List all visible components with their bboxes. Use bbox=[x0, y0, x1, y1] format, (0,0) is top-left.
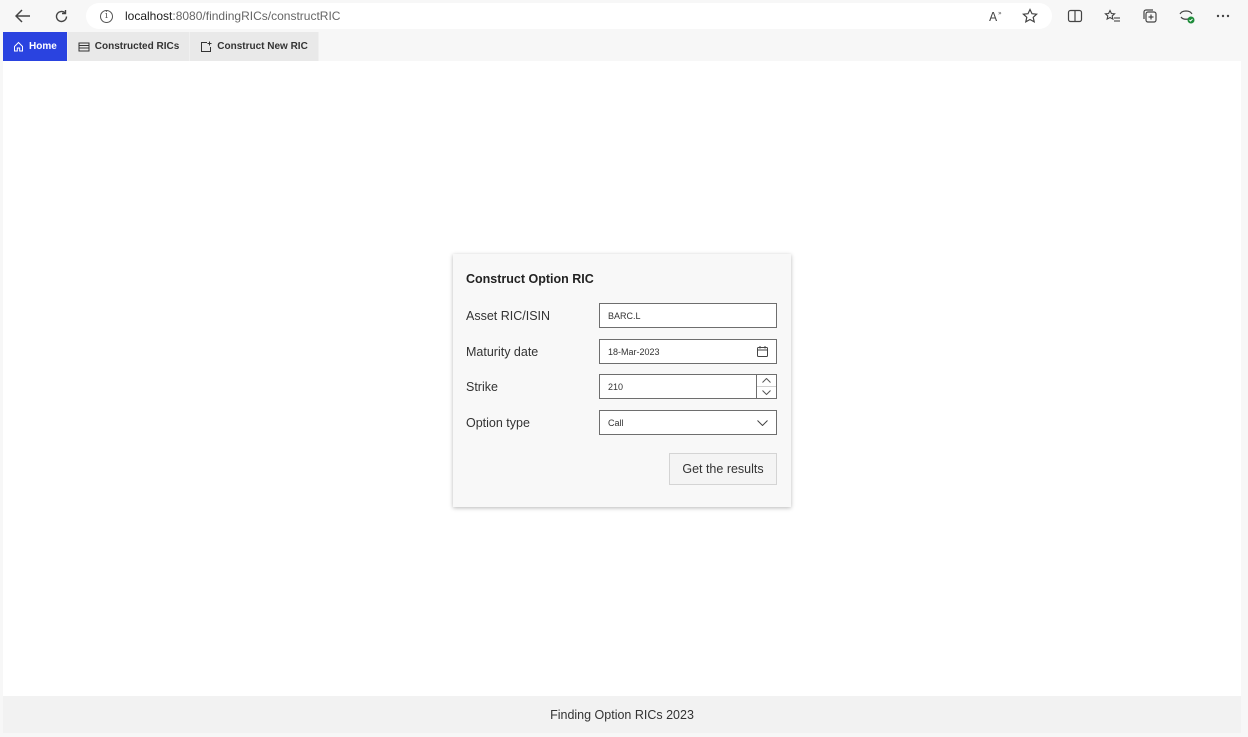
tab-construct-new-ric[interactable]: Construct New RIC bbox=[190, 32, 318, 61]
collections-icon[interactable] bbox=[1141, 7, 1159, 25]
svg-text:A: A bbox=[989, 10, 998, 23]
maturity-date-input[interactable]: 18-Mar-2023 bbox=[599, 339, 777, 364]
strike-stepper bbox=[756, 375, 776, 398]
back-button[interactable] bbox=[12, 6, 34, 26]
option-type-value: Call bbox=[608, 417, 624, 428]
refresh-icon bbox=[55, 9, 67, 22]
tab-label: Construct New RIC bbox=[217, 41, 308, 52]
chevron-down-icon bbox=[756, 416, 768, 429]
favorites-list-icon[interactable] bbox=[1103, 7, 1121, 25]
browser-toolbar: i localhost:8080/findingRICs/constructRI… bbox=[0, 0, 1248, 32]
card-title: Construct Option RIC bbox=[466, 272, 594, 286]
database-icon bbox=[78, 42, 90, 51]
construct-option-ric-card: Construct Option RIC Asset RIC/ISIN BARC… bbox=[453, 254, 791, 507]
new-document-icon bbox=[201, 41, 212, 52]
strike-value: 210 bbox=[608, 381, 624, 392]
url-host: localhost bbox=[125, 9, 173, 23]
split-screen-icon[interactable] bbox=[1066, 7, 1084, 25]
tab-label: Home bbox=[29, 41, 57, 52]
maturity-value: 18-Mar-2023 bbox=[608, 346, 660, 357]
chevron-up-icon bbox=[762, 378, 771, 383]
url-path: :8080/findingRICs/constructRIC bbox=[172, 9, 341, 23]
tab-home[interactable]: Home bbox=[3, 32, 67, 61]
app-tab-bar: Home Constructed RICs Construct New RIC bbox=[3, 32, 1241, 61]
option-type-select[interactable]: Call bbox=[599, 410, 777, 435]
address-bar[interactable]: i localhost:8080/findingRICs/constructRI… bbox=[86, 3, 1052, 29]
tab-label: Constructed RICs bbox=[94, 41, 180, 52]
main-content: Construct Option RIC Asset RIC/ISIN BARC… bbox=[3, 61, 1241, 696]
calendar-icon[interactable] bbox=[756, 345, 768, 358]
tab-constructed-rics[interactable]: Constructed RICs bbox=[67, 32, 190, 61]
chevron-down-icon bbox=[762, 390, 771, 395]
footer-text: Finding Option RICs 2023 bbox=[550, 707, 694, 722]
read-aloud-icon[interactable]: A» bbox=[988, 7, 1006, 25]
more-options-icon[interactable] bbox=[1214, 7, 1232, 25]
site-info-icon[interactable]: i bbox=[100, 9, 113, 23]
extensions-icon[interactable] bbox=[1178, 7, 1196, 25]
refresh-button[interactable] bbox=[50, 6, 72, 26]
favorite-star-icon[interactable] bbox=[1021, 7, 1039, 25]
asset-ric-input[interactable]: BARC.L bbox=[599, 303, 777, 328]
get-results-button[interactable]: Get the results bbox=[669, 453, 777, 485]
strike-input[interactable]: 210 bbox=[599, 374, 777, 399]
home-icon bbox=[14, 41, 23, 52]
decrement-button[interactable] bbox=[757, 387, 776, 398]
back-arrow-icon bbox=[15, 9, 30, 23]
increment-button[interactable] bbox=[757, 375, 776, 387]
maturity-label: Maturity date bbox=[466, 345, 539, 359]
svg-text:»: » bbox=[998, 10, 1002, 17]
window-bottom-edge bbox=[0, 733, 1248, 737]
tab-bar-filler bbox=[318, 32, 1241, 61]
asset-label: Asset RIC/ISIN bbox=[466, 309, 551, 323]
page-footer: Finding Option RICs 2023 bbox=[3, 696, 1241, 733]
option-type-label: Option type bbox=[466, 416, 530, 430]
asset-value: BARC.L bbox=[608, 310, 641, 321]
strike-label: Strike bbox=[466, 380, 498, 394]
